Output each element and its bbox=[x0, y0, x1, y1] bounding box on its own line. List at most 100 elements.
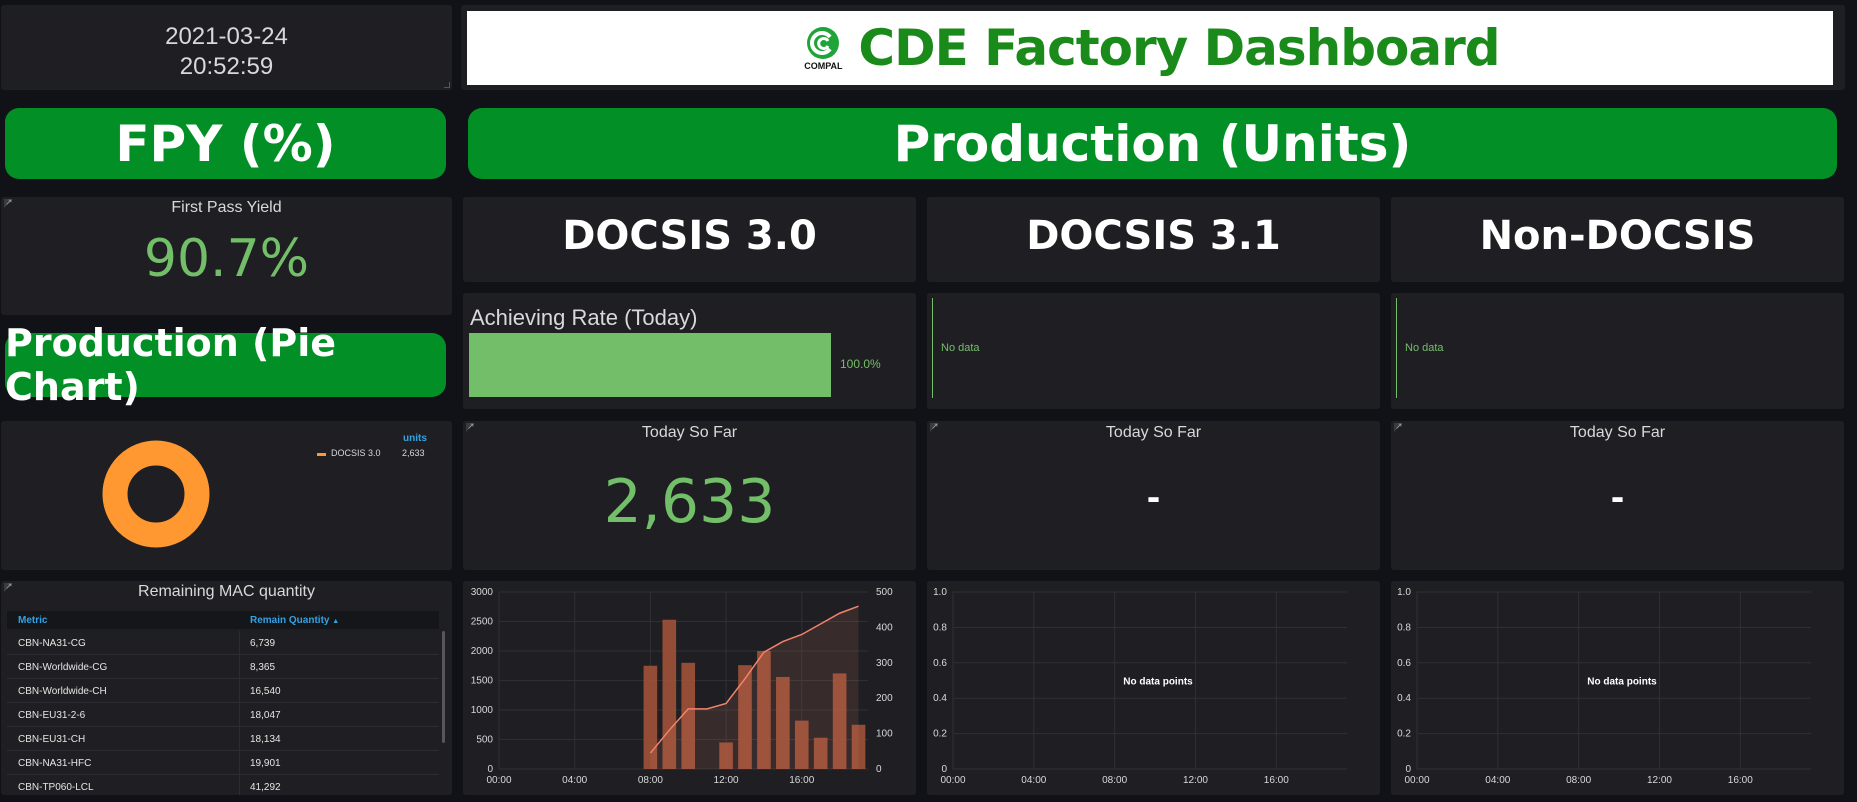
no-data-points-label: No data points bbox=[1587, 677, 1657, 688]
column-divider bbox=[239, 655, 240, 679]
nondocsis-hourly-chart: 0 0.2 0.4 0.6 0.8 1.0 00:00 04:00 08:00 12:00 16:0… bbox=[1397, 587, 1811, 786]
x-tick-label: 08:00 bbox=[1102, 775, 1127, 786]
y-right-tick-label: 400 bbox=[876, 622, 893, 633]
nondocsis-rate-panel: No data bbox=[1391, 293, 1844, 409]
y-tick-label: 1000 bbox=[471, 705, 494, 716]
metric-cell: CBN-EU31-2-6 bbox=[18, 710, 86, 721]
no-data-points-label: No data points bbox=[1123, 677, 1193, 688]
dashboard-title: CDE Factory Dashboard bbox=[858, 19, 1500, 77]
y-tick-label: 2500 bbox=[471, 617, 494, 628]
docsis31-today-panel: ↗ Today So Far - bbox=[927, 421, 1380, 570]
x-tick-label: 12:00 bbox=[714, 775, 739, 786]
column-divider bbox=[239, 631, 240, 655]
y-tick-label: 0 bbox=[1405, 764, 1411, 775]
achieving-rate-value: 100.0% bbox=[840, 357, 881, 371]
clock-panel: 2021-03-24 20:52:59 bbox=[1, 5, 452, 90]
compal-logo: COMPAL bbox=[800, 23, 846, 73]
docsis31-header-panel: DOCSIS 3.1 bbox=[927, 197, 1380, 282]
column-divider bbox=[239, 775, 240, 795]
y-tick-label: 0.8 bbox=[933, 622, 947, 633]
x-tick-label: 08:00 bbox=[638, 775, 663, 786]
achieving-rate-track bbox=[469, 333, 831, 397]
y-tick-label: 1.0 bbox=[933, 587, 947, 598]
column-divider bbox=[239, 679, 240, 703]
pie-donut bbox=[102, 440, 210, 548]
col-header-quantity-label: Remain Quantity bbox=[250, 615, 330, 626]
pie-legend-value: 2,633 bbox=[402, 448, 425, 458]
docsis30-hourly-chart: 05001000150020002500300000:00 04:00 08:00 1… bbox=[471, 587, 893, 786]
y-tick-label: 0.2 bbox=[1397, 729, 1411, 740]
fpy-panel: ↗ First Pass Yield 90.7% bbox=[1, 197, 452, 315]
achieving-rate-panel: Achieving Rate (Today) 100.0% bbox=[463, 293, 916, 409]
docsis31-hourly-chart: 0 0.2 0.4 0.6 0.8 1.0 00:00 04:00 08:00 12:00 16:0… bbox=[933, 587, 1347, 786]
x-tick-label: 04:00 bbox=[562, 775, 587, 786]
pie-legend-header: units bbox=[403, 433, 427, 444]
column-divider bbox=[239, 703, 240, 727]
x-tick-label: 00:00 bbox=[940, 775, 965, 786]
y-tick-label: 0.6 bbox=[933, 658, 947, 669]
docsis31-today-value: - bbox=[1146, 475, 1161, 519]
docsis30-today-panel: ↗ Today So Far 2,633 bbox=[463, 421, 916, 570]
pie-legend-item[interactable]: DOCSIS 3.0 bbox=[331, 448, 381, 458]
quantity-cell: 19,901 bbox=[250, 758, 281, 769]
table-row: CBN-TP060-LCL 41,292 bbox=[7, 775, 439, 795]
metric-cell: CBN-NA31-CG bbox=[18, 638, 86, 649]
metric-cell: CBN-Worldwide-CG bbox=[18, 662, 108, 673]
table-row: CBN-EU31-2-6 18,047 bbox=[7, 703, 439, 727]
table-row: CBN-Worldwide-CH 16,540 bbox=[7, 679, 439, 703]
nodata-label: No data bbox=[941, 342, 980, 354]
nodata-line bbox=[932, 298, 933, 398]
quantity-cell: 16,540 bbox=[250, 686, 281, 697]
pie-legend-swatch bbox=[317, 453, 326, 456]
metric-cell: CBN-TP060-LCL bbox=[18, 782, 94, 793]
x-tick-label: 00:00 bbox=[1404, 775, 1429, 786]
y-tick-label: 0.6 bbox=[1397, 658, 1411, 669]
resize-handle[interactable] bbox=[444, 82, 450, 88]
y-tick-label: 1500 bbox=[471, 676, 494, 687]
mac-table-panel: ↗ Remaining MAC quantity Metric Remain Q… bbox=[1, 581, 452, 795]
clock-date: 2021-03-24 bbox=[165, 23, 288, 50]
y-tick-label: 3000 bbox=[471, 587, 494, 598]
x-tick-label: 00:00 bbox=[486, 775, 511, 786]
mac-table-header: Metric Remain Quantity ▲ bbox=[7, 611, 439, 629]
table-scrollbar[interactable] bbox=[442, 631, 445, 743]
col-header-quantity[interactable]: Remain Quantity ▲ bbox=[250, 615, 339, 626]
y-tick-label: 2000 bbox=[471, 646, 494, 657]
x-tick-label: 16:00 bbox=[789, 775, 814, 786]
x-tick-label: 12:00 bbox=[1183, 775, 1208, 786]
metric-cell: CBN-NA31-HFC bbox=[18, 758, 92, 769]
table-row: CBN-NA31-CG 6,739 bbox=[7, 631, 439, 655]
y-tick-label: 0.2 bbox=[933, 729, 947, 740]
docsis31-rate-panel: No data bbox=[927, 293, 1380, 409]
x-tick-label: 04:00 bbox=[1021, 775, 1046, 786]
fpy-value: 90.7% bbox=[143, 229, 310, 289]
clock-time: 20:52:59 bbox=[179, 53, 274, 80]
col-header-metric[interactable]: Metric bbox=[18, 615, 47, 626]
column-divider bbox=[239, 727, 240, 751]
y-tick-label: 0.4 bbox=[1397, 693, 1411, 704]
pie-panel: units DOCSIS 3.0 2,633 bbox=[1, 421, 452, 570]
table-row: CBN-EU31-CH 18,134 bbox=[7, 727, 439, 751]
nodata-line bbox=[1396, 298, 1397, 398]
metric-cell: CBN-EU31-CH bbox=[18, 734, 86, 745]
nondocsis-today-value: - bbox=[1610, 475, 1625, 519]
table-row: CBN-Worldwide-CG 8,365 bbox=[7, 655, 439, 679]
table-row: CBN-NA31-HFC 19,901 bbox=[7, 751, 439, 775]
nondocsis-header: Non-DOCSIS bbox=[1479, 213, 1756, 259]
compal-logo-icon bbox=[807, 27, 840, 59]
x-tick-label: 16:00 bbox=[1264, 775, 1289, 786]
y-tick-label: 0.4 bbox=[933, 693, 947, 704]
x-tick-label: 12:00 bbox=[1647, 775, 1672, 786]
x-tick-label: 08:00 bbox=[1566, 775, 1591, 786]
fpy-banner: FPY (%) bbox=[5, 108, 446, 179]
docsis31-header: DOCSIS 3.1 bbox=[1026, 213, 1281, 259]
production-banner: Production (Units) bbox=[468, 108, 1837, 179]
today-title: Today So Far bbox=[641, 424, 738, 441]
y-right-tick-label: 300 bbox=[876, 658, 893, 669]
pie-slice-docsis30 bbox=[102, 440, 210, 548]
pie-banner: Production (Pie Chart) bbox=[5, 321, 446, 409]
nondocsis-header-panel: Non-DOCSIS bbox=[1391, 197, 1844, 282]
today-title: Today So Far bbox=[1569, 424, 1666, 441]
quantity-cell: 41,292 bbox=[250, 782, 281, 793]
docsis30-header-panel: DOCSIS 3.0 bbox=[463, 197, 916, 282]
